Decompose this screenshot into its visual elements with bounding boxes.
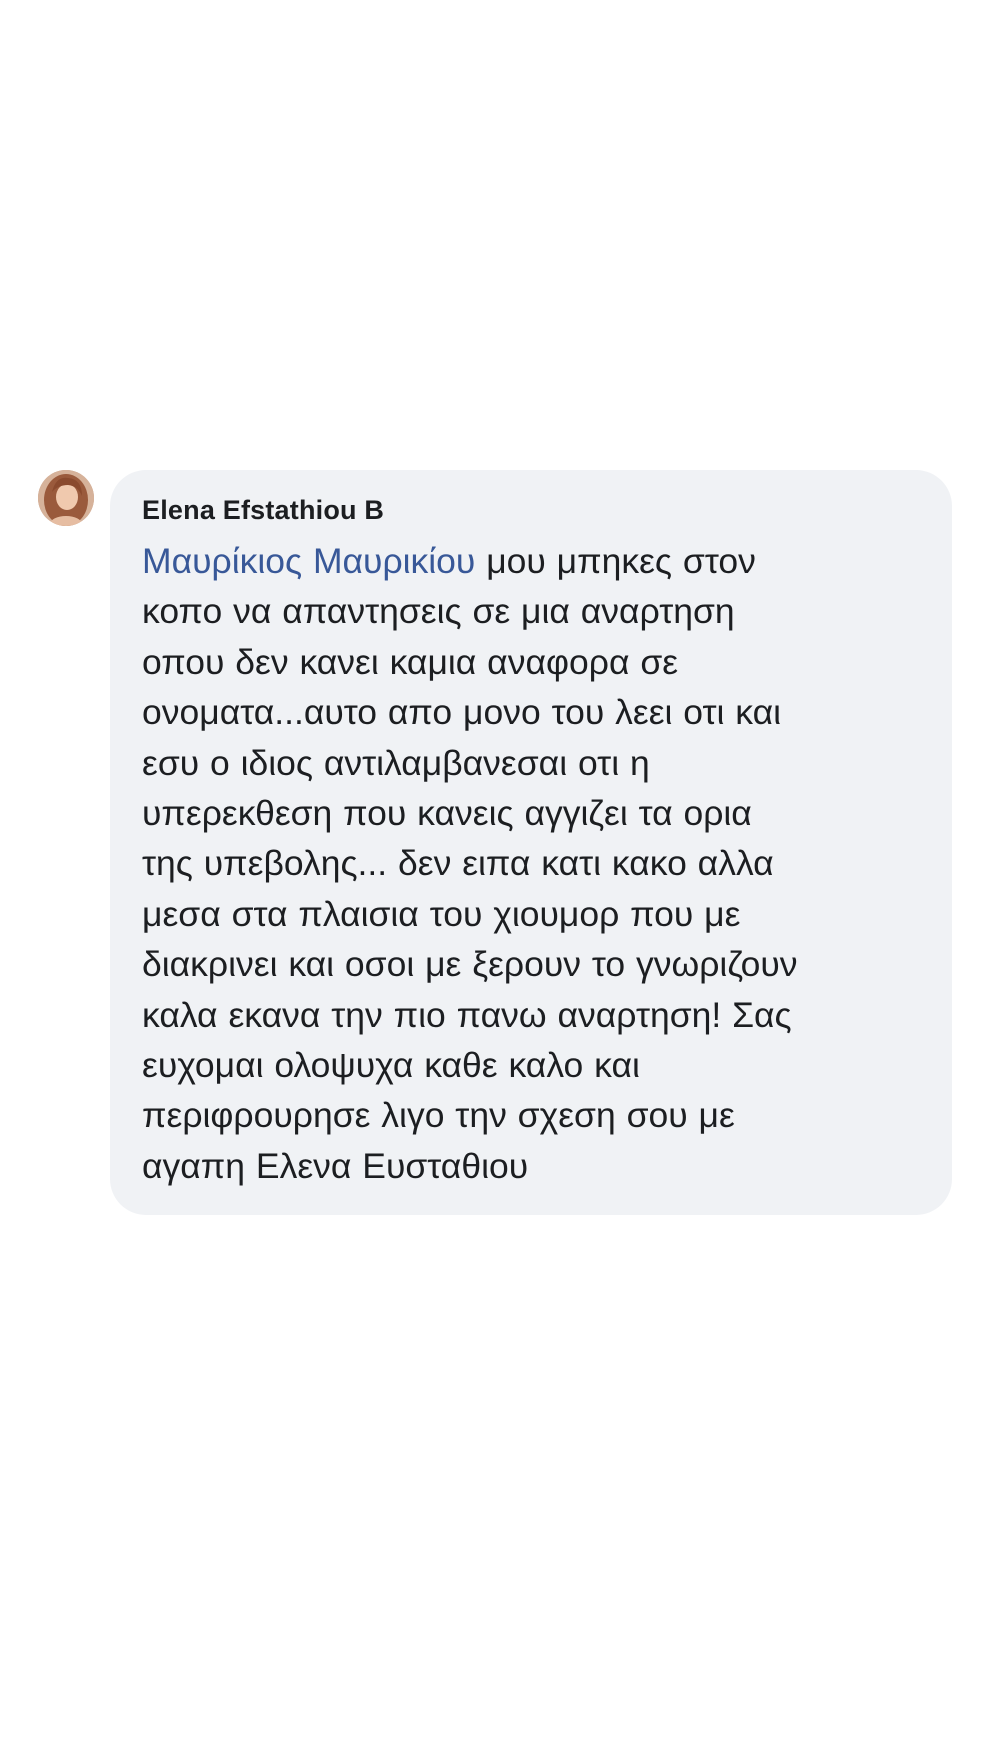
comment-author[interactable]: Elena Efstathiou B [142, 494, 924, 526]
comment-text: Μαυρίκιος Μαυρικίου μου μπηκες στον κοπο… [142, 536, 924, 1191]
comment-body: μου μπηκες στον κοπο να απαντησεις σε μι… [142, 541, 798, 1186]
avatar[interactable] [38, 470, 94, 526]
comment-bubble: Elena Efstathiou B Μαυρίκιος Μαυρικίου μ… [110, 470, 952, 1215]
profile-photo-icon [38, 470, 94, 526]
mention-link[interactable]: Μαυρίκιος Μαυρικίου [142, 541, 475, 581]
